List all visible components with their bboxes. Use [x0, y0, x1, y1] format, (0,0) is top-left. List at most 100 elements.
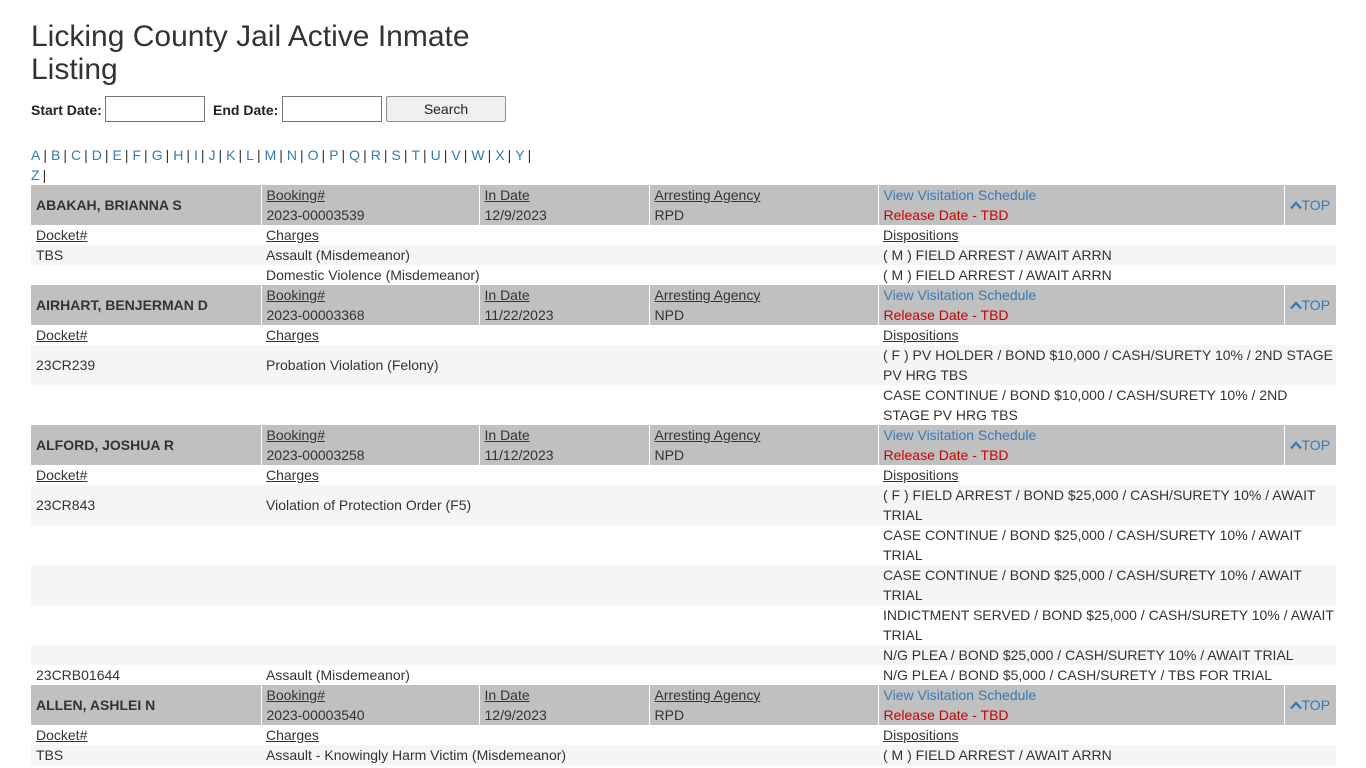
top-label: TOP [1301, 696, 1331, 713]
inmate-name: ALFORD, JOSHUA R [31, 425, 261, 465]
in-date-cell: In Date 12/9/2023 [478, 685, 649, 725]
disposition-text: CASE CONTINUE / BOND $25,000 / CASH/SURE… [878, 565, 1336, 605]
back-to-top-link[interactable]: TOP [1289, 196, 1331, 213]
inmate-name: AIRHART, BENJERMAN D [31, 285, 261, 325]
dispositions-header: Dispositions [883, 327, 959, 343]
docket-header: Docket# [31, 225, 261, 245]
letter-link-t[interactable]: T [411, 147, 420, 163]
letter-link-f[interactable]: F [132, 147, 141, 163]
arresting-agency-label: Arresting Agency [654, 687, 761, 703]
letter-link-m[interactable]: M [265, 147, 277, 163]
booking-number-label: Booking# [266, 287, 325, 303]
letter-separator: | [186, 147, 190, 163]
letter-link-e[interactable]: E [113, 147, 122, 163]
letter-link-c[interactable]: C [71, 147, 81, 163]
letter-separator: | [383, 147, 388, 163]
disposition-text: N/G PLEA / BOND $5,000 / CASH/SURETY / T… [878, 665, 1336, 685]
back-to-top-link[interactable]: TOP [1289, 696, 1331, 713]
in-date-label: In Date [484, 687, 530, 703]
letter-link-x[interactable]: X [495, 147, 504, 163]
docket-number: TBS [31, 245, 261, 265]
in-date-value: 12/9/2023 [484, 707, 547, 723]
back-to-top-link[interactable]: TOP [1289, 297, 1330, 313]
arresting-agency-cell: Arresting Agency RPD [648, 185, 878, 225]
letter-separator: | [200, 147, 205, 163]
chevron-up-icon [1289, 438, 1302, 453]
charges-header-cell: Charges [261, 225, 878, 245]
view-visitation-link[interactable]: View Visitation Schedule [884, 185, 1284, 205]
in-date-cell: In Date 12/9/2023 [478, 185, 649, 225]
chevron-up-icon [1289, 698, 1302, 713]
letter-link-h[interactable]: H [173, 147, 183, 163]
letter-link-p[interactable]: P [329, 147, 338, 163]
letter-link-v[interactable]: V [451, 147, 460, 163]
letter-separator: | [443, 147, 448, 163]
search-button[interactable]: Search [386, 96, 506, 122]
letter-link-g[interactable]: G [152, 147, 163, 163]
page-title: Licking County Jail Active Inmate Listin… [31, 20, 470, 86]
booking-number-cell: Booking# 2023-00003368 [260, 285, 479, 325]
letter-link-k[interactable]: K [226, 147, 235, 163]
letter-link-b[interactable]: B [51, 147, 60, 163]
view-visitation-link[interactable]: View Visitation Schedule [884, 285, 1284, 305]
letter-separator: | [423, 147, 427, 163]
arresting-agency-value: NPD [654, 447, 685, 463]
letter-separator: | [279, 147, 283, 163]
arresting-agency-label: Arresting Agency [654, 287, 761, 303]
letter-separator: | [84, 147, 88, 163]
start-date-input[interactable] [105, 96, 205, 122]
letter-link-w[interactable]: W [471, 147, 484, 163]
letter-link-z[interactable]: Z [31, 167, 40, 183]
letter-link-s[interactable]: S [391, 147, 400, 163]
dispositions-header-cell: Dispositions [878, 725, 1336, 745]
letter-separator: | [238, 147, 243, 163]
disposition-text: ( M ) FIELD ARREST / AWAIT ARRN [878, 245, 1336, 265]
dispositions-header-cell: Dispositions [878, 325, 1336, 345]
end-date-input[interactable] [282, 96, 382, 122]
letter-link-u[interactable]: U [431, 147, 441, 163]
top-label: TOP [1301, 196, 1331, 213]
letter-separator: | [527, 147, 532, 163]
letter-link-d[interactable]: D [92, 147, 102, 163]
letter-link-n[interactable]: N [287, 147, 297, 163]
letter-link-j[interactable]: J [209, 147, 216, 163]
booking-number-value: 2023-00003258 [266, 447, 365, 463]
letter-link-r[interactable]: R [371, 147, 381, 163]
top-cell: TOP [1283, 425, 1336, 465]
charge-description: Assault - Knowingly Harm Victim (Misdeme… [261, 745, 878, 765]
letter-separator: | [341, 147, 346, 163]
charges-header-row: Docket# Charges Dispositions [31, 325, 1336, 345]
charges-header-row: Docket# Charges Dispositions [31, 725, 1336, 745]
charge-row: CASE CONTINUE / BOND $10,000 / CASH/SURE… [31, 385, 1336, 425]
letter-link-i[interactable]: I [194, 147, 198, 163]
dispositions-header: Dispositions [883, 227, 959, 243]
in-date-label: In Date [484, 287, 530, 303]
back-to-top-link[interactable]: TOP [1289, 436, 1331, 453]
view-visitation-link[interactable]: View Visitation Schedule [884, 685, 1284, 705]
charge-row: 23CR843 Violation of Protection Order (F5… [31, 485, 1336, 525]
charge-row: INDICTMENT SERVED / BOND $25,000 / CASH/… [31, 605, 1336, 645]
dispositions-header-cell: Dispositions [878, 465, 1336, 485]
letter-separator: | [63, 147, 67, 163]
letter-link-o[interactable]: O [308, 147, 319, 163]
docket-number: TBS [31, 745, 261, 765]
booking-number-label: Booking# [266, 687, 325, 703]
release-date: Release Date - TBD [883, 307, 1009, 323]
letter-separator: | [363, 147, 367, 163]
top-label: TOP [1301, 436, 1331, 453]
letter-link-l[interactable]: L [246, 147, 254, 163]
arresting-agency-cell: Arresting Agency NPD [648, 285, 878, 325]
charges-header-row: Docket# Charges Dispositions [31, 465, 1336, 485]
charge-description: Domestic Violence (Misdemeanor) [261, 265, 878, 285]
view-visitation-link[interactable]: View Visitation Schedule [884, 425, 1284, 445]
charges-header-cell: Charges [261, 725, 878, 745]
letter-link-q[interactable]: Q [349, 147, 360, 163]
charge-description: Probation Violation (Felony) [261, 345, 878, 385]
docket-header: Docket# [31, 725, 261, 745]
visitation-cell: View Visitation Schedule Release Date - T… [877, 425, 1284, 465]
docket-number [31, 565, 261, 605]
disposition-text: N/G PLEA / BOND $25,000 / CASH/SURETY 10… [878, 645, 1336, 665]
letter-link-a[interactable]: A [31, 147, 40, 163]
letter-link-y[interactable]: Y [515, 147, 524, 163]
letter-separator: | [104, 147, 109, 163]
